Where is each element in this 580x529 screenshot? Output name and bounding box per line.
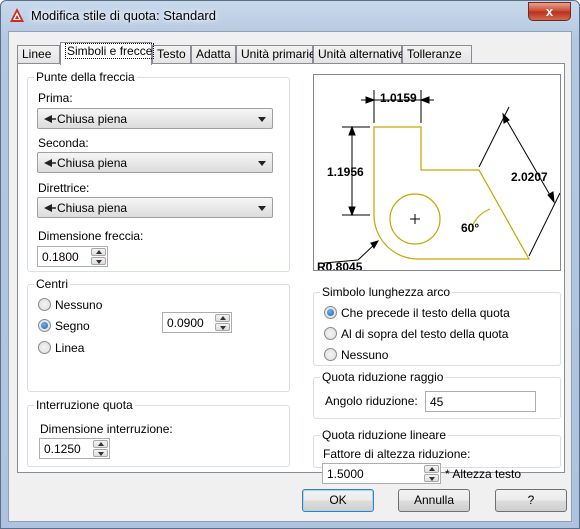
radio-circle [324, 306, 337, 319]
first-arrow-dropdown[interactable]: Chiusa piena [37, 108, 273, 129]
radio-circle [324, 348, 337, 361]
dim-top-label: 1.0159 [380, 91, 417, 105]
cancel-button[interactable]: Annulla [398, 489, 470, 512]
first-arrow-value: Chiusa piena [57, 112, 128, 126]
break-size-label: Dimensione interruzione: [40, 422, 173, 436]
tab-unita-alternative[interactable]: Unità alternative [313, 45, 405, 64]
jog-angle-value: 45 [430, 395, 444, 409]
centers-legend: Centri [34, 277, 71, 291]
chevron-down-icon [258, 161, 266, 166]
second-arrow-label: Seconda: [38, 136, 89, 150]
radio-circle [38, 319, 51, 332]
dim-break-legend: Interruzione quota [34, 398, 135, 412]
radio-circle [38, 341, 51, 354]
spin-down-button[interactable] [215, 323, 230, 331]
spin-up-button[interactable] [215, 314, 230, 322]
close-button[interactable]: x [528, 2, 571, 21]
leader-arrow-value: Chiusa piena [57, 201, 128, 215]
closed-filled-arrow-icon [44, 159, 56, 167]
help-button[interactable]: ? [495, 489, 567, 512]
jog-height-factor-spinner[interactable]: 1.5000 [322, 463, 441, 484]
break-size-value: 0.1250 [44, 442, 81, 456]
tab-panel: Punte della freccia Prima: Chiusa piena … [17, 63, 565, 473]
centers-group: Centri Nessuno Segno Linea 0.0900 [27, 277, 290, 392]
tab-simboli-e-frecce[interactable]: Simboli e frecce [60, 42, 155, 65]
spinner-buttons [215, 314, 230, 331]
tab-label: Linee [22, 47, 52, 61]
arc-symbol-above-label: Al di sopra del testo della quota [341, 327, 509, 341]
tab-label: Tolleranze [407, 47, 462, 61]
text-height-suffix: * Altezza testo [445, 467, 522, 481]
tab-label: Testo [157, 47, 186, 61]
spin-up-button[interactable] [93, 440, 108, 448]
tab-label: Unità primarie [241, 47, 316, 61]
radio-circle [38, 298, 51, 311]
spin-down-button[interactable] [93, 449, 108, 457]
tab-linee[interactable]: Linee [17, 45, 60, 64]
arrowheads-legend: Punte della freccia [34, 70, 137, 84]
spin-up-button[interactable] [424, 465, 439, 473]
autocad-app-icon [10, 8, 24, 22]
center-line-label: Linea [55, 341, 85, 355]
tab-unita-primarie[interactable]: Unità primarie [236, 45, 316, 64]
break-size-spinner[interactable]: 0.1250 [39, 438, 110, 459]
jog-angle-input[interactable]: 45 [425, 391, 536, 412]
tab-label: Simboli e frecce [65, 43, 155, 59]
center-none-label: Nessuno [55, 298, 103, 312]
tab-label: Unità alternative [318, 47, 405, 61]
arc-symbol-legend: Simbolo lunghezza arco [320, 285, 453, 299]
closed-filled-arrow-icon [44, 204, 56, 212]
arc-symbol-none-label: Nessuno [341, 348, 389, 362]
linear-jog-legend: Quota riduzione lineare [320, 428, 449, 442]
spinner-buttons [424, 465, 439, 482]
spin-up-button[interactable] [91, 248, 106, 256]
arc-length-symbol-group: Simbolo lunghezza arco Che precede il te… [313, 285, 561, 366]
arrowheads-group: Punte della freccia Prima: Chiusa piena … [27, 70, 290, 272]
radius-jog-legend: Quota riduzione raggio [320, 370, 446, 384]
second-arrow-dropdown[interactable]: Chiusa piena [37, 152, 273, 173]
spin-down-button[interactable] [91, 257, 106, 265]
arrow-size-label: Dimensione freccia: [38, 229, 144, 243]
leader-arrow-dropdown[interactable]: Chiusa piena [37, 197, 273, 218]
center-size-spinner[interactable]: 0.0900 [162, 312, 232, 333]
dialog-window: Modifica stile di quota: Standard x Line… [0, 0, 580, 529]
dim-right-label: 2.0207 [511, 170, 548, 184]
preview-panel: 1.0159 1.1956 2.0207 60° R0.8045 [313, 74, 561, 274]
spinner-buttons [93, 440, 108, 457]
tab-tolleranze[interactable]: Tolleranze [402, 45, 472, 64]
dim-left-label: 1.1956 [327, 165, 364, 179]
closed-filled-arrow-icon [44, 115, 56, 123]
angle-label: 60° [461, 221, 479, 235]
jog-height-factor-value: 1.5000 [327, 467, 364, 481]
dim-break-group: Interruzione quota Dimensione interruzio… [27, 398, 290, 467]
center-mark-label: Segno [55, 319, 90, 333]
radius-jog-group: Quota riduzione raggio Angolo riduzione:… [313, 370, 561, 419]
jog-height-factor-label: Fattore di altezza riduzione: [323, 447, 471, 461]
jog-angle-label: Angolo riduzione: [325, 394, 418, 408]
dialog-client: Linee Simboli e frecce Testo Adatta Unit… [8, 31, 572, 522]
spinner-buttons [91, 248, 106, 265]
tab-testo[interactable]: Testo [152, 45, 191, 64]
first-arrow-label: Prima: [38, 91, 73, 105]
tab-label: Adatta [196, 47, 231, 61]
chevron-down-icon [258, 117, 266, 122]
arrow-size-spinner[interactable]: 0.1800 [37, 246, 108, 267]
ok-button[interactable]: OK [302, 489, 374, 512]
tab-adatta[interactable]: Adatta [191, 45, 236, 64]
window-title: Modifica stile di quota: Standard [31, 8, 216, 23]
radio-circle [324, 327, 337, 340]
center-size-value: 0.0900 [167, 316, 204, 330]
radius-label: R0.8045 [317, 260, 363, 270]
title-bar[interactable]: Modifica stile di quota: Standard x [1, 1, 579, 31]
spin-down-button[interactable] [424, 474, 439, 482]
dimension-preview-drawing: 1.0159 1.1956 2.0207 60° R0.8045 [317, 90, 561, 274]
preview-geometry [373, 126, 531, 260]
arrow-size-value: 0.1800 [42, 250, 79, 264]
leader-arrow-label: Direttrice: [38, 181, 90, 195]
arc-symbol-preceding-label: Che precede il testo della quota [341, 306, 510, 320]
chevron-down-icon [258, 206, 266, 211]
second-arrow-value: Chiusa piena [57, 156, 128, 170]
